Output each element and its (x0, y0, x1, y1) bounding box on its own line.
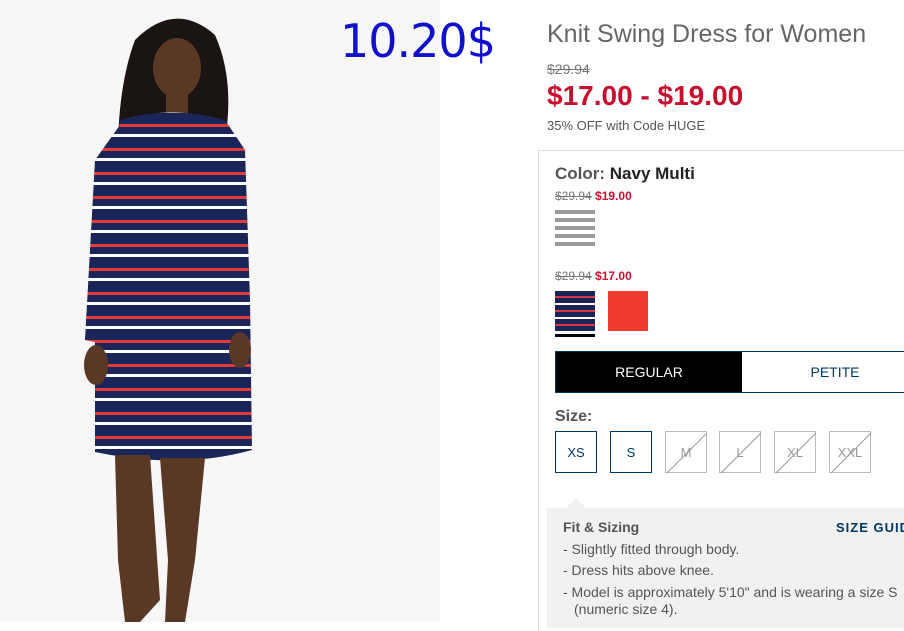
fit-bullet: - Model is approximately 5'10" and is we… (563, 584, 898, 600)
original-price: $29.94 (547, 61, 590, 77)
size-option-m[interactable]: M (665, 431, 708, 474)
swatch-grey-stripe[interactable] (555, 210, 595, 250)
details-pointer (566, 498, 586, 508)
size-option-xs[interactable]: XS (555, 431, 597, 473)
color-label: Color: (555, 164, 606, 183)
unavailable-slash-icon (830, 432, 872, 474)
tab-regular[interactable]: REGULAR (556, 352, 742, 392)
size-option-xl[interactable]: XL (774, 431, 817, 474)
size-guide-link[interactable]: SIZE GUID (836, 520, 904, 535)
group-sale-price: $19.00 (595, 189, 632, 203)
color-value: Navy Multi (609, 164, 695, 183)
unavailable-slash-icon (720, 432, 762, 474)
tab-petite[interactable]: PETITE (742, 352, 904, 392)
unavailable-slash-icon (666, 432, 708, 474)
product-photo (0, 0, 440, 622)
sale-price-range: $17.00 - $19.00 (547, 80, 744, 111)
swatch-red[interactable] (608, 291, 648, 331)
fit-tabs: REGULAR PETITE (555, 351, 904, 393)
size-option-l[interactable]: L (719, 431, 762, 474)
product-title: Knit Swing Dress for Women (547, 20, 867, 48)
group-original-price: $29.94 (555, 189, 592, 203)
size-label: Size: (555, 408, 593, 425)
fit-sizing-heading: Fit & Sizing (563, 519, 640, 535)
promo-text: 35% OFF with Code HUGE (547, 118, 706, 133)
unavailable-slash-icon (775, 432, 817, 474)
overlay-price-text: 10.20$ (340, 14, 496, 68)
group-original-price: $29.94 (555, 269, 592, 283)
fit-bullet: (numeric size 4). (574, 601, 678, 617)
fit-bullet: - Slightly fitted through body. (563, 541, 740, 557)
swatch-navy-multi[interactable] (555, 291, 595, 331)
color-group-price: $29.94 $19.00 (555, 189, 632, 203)
group-sale-price: $17.00 (595, 269, 632, 283)
fit-bullet: - Dress hits above knee. (563, 562, 714, 578)
size-option-s[interactable]: S (610, 431, 652, 473)
size-option-label: S (626, 444, 636, 460)
swatch-selected-indicator (555, 334, 595, 337)
color-group-price: $29.94 $17.00 (555, 269, 632, 283)
size-option-xxl[interactable]: XXL (829, 431, 872, 474)
color-selection: Color: Navy Multi (555, 164, 695, 184)
size-option-label: XS (567, 444, 585, 460)
